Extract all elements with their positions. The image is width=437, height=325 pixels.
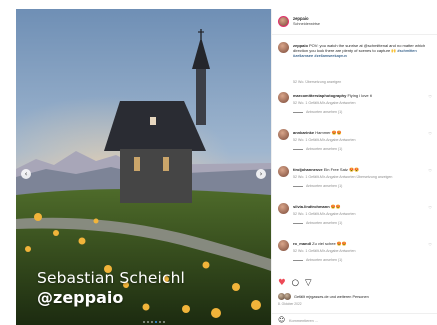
comment-like-icon[interactable]: ♡	[428, 242, 432, 247]
comment-username[interactable]: ro_mandl	[293, 241, 311, 246]
carousel-dot[interactable]	[143, 321, 145, 323]
comment-username[interactable]: annkarinke	[293, 130, 314, 135]
view-replies-link[interactable]: Antworten ansehen (1)	[293, 221, 342, 225]
carousel-dot[interactable]	[151, 321, 153, 323]
comment-body: annkarinke Hammer 😍😍	[293, 130, 437, 135]
instagram-post-frame: ‹ › Sebastian Scheichl @zeppaio zeppaio …	[0, 0, 437, 325]
add-comment-bar: ☺	[272, 313, 437, 325]
comment-icon[interactable]: ○	[292, 279, 299, 288]
photographer-name: Sebastian Scheichl	[37, 269, 185, 287]
carousel-prev-icon[interactable]: ‹	[21, 169, 31, 179]
comment-like-icon[interactable]: ♡	[428, 168, 432, 173]
comment-like-icon[interactable]: ♡	[428, 131, 432, 136]
comment-meta[interactable]: 52 Wo. 1 Gefällt-Mir-Angabe Antworten	[293, 138, 355, 142]
caption-body: zeppaio POV: you watch the sunrise at @s…	[293, 43, 437, 59]
comment-username[interactable]: silvia.lindtrohmann	[293, 204, 330, 209]
post-date: 8. Oktober 2022	[278, 302, 302, 306]
view-replies-link[interactable]: Antworten ansehen (1)	[293, 110, 342, 114]
post-actions: ♥ ○ ▽	[278, 279, 312, 288]
comment-meta[interactable]: 52 Wo. 1 Gefällt-Mir-Angabe Antworten	[293, 212, 355, 216]
avatar	[284, 293, 291, 300]
comment-body: silvia.lindtrohmann 😍😍	[293, 204, 437, 209]
comment-like-icon[interactable]: ♡	[428, 205, 432, 210]
carousel-dot[interactable]	[155, 321, 157, 323]
comment-body: marcomitterstaphotography Flying i love …	[293, 93, 437, 98]
heart-icon[interactable]: ♥	[278, 279, 286, 288]
view-replies-link[interactable]: Antworten ansehen (1)	[293, 147, 342, 151]
caption-meta: 52 Wo. Übersetzung anzeigen	[293, 80, 342, 84]
avatar[interactable]	[278, 92, 289, 103]
post-header: zeppaio Schneiderwirtse	[272, 9, 437, 35]
avatar[interactable]	[278, 129, 289, 140]
comment-meta[interactable]: 52 Wo. 1 Gefällt-Mir-Angabe Antworten	[293, 249, 355, 253]
carousel-dot[interactable]	[147, 321, 149, 323]
post-location[interactable]: Schneiderwirtse	[293, 22, 320, 26]
avatar[interactable]	[278, 166, 289, 177]
comment-body: ro_mandl Zu viel schee 😍😍	[293, 241, 437, 246]
comment-meta[interactable]: 52 Wo. 1 Gefällt-Mir-Angabe Antworten	[293, 101, 355, 105]
avatar[interactable]	[278, 240, 289, 251]
carousel-dot[interactable]	[159, 321, 161, 323]
comment-text: Ein Free Satz 😍😍	[323, 167, 359, 172]
photo-credit: Sebastian Scheichl @zeppaio	[37, 269, 185, 308]
comment-text: Zu viel schee 😍😍	[312, 241, 347, 246]
comment-body: tiroljohannesve Ein Free Satz 😍😍	[293, 167, 437, 172]
comment-input[interactable]	[289, 317, 429, 324]
likes-summary[interactable]: Gefällt mjrgasses.de und weiteren Person…	[278, 293, 369, 300]
avatar[interactable]	[278, 16, 289, 27]
comment-like-icon[interactable]: ♡	[428, 94, 432, 99]
carousel-dot[interactable]	[163, 321, 165, 323]
emoji-icon[interactable]: ☺	[278, 316, 285, 324]
share-icon[interactable]: ▽	[305, 279, 312, 288]
photographer-handle: @zeppaio	[37, 288, 124, 307]
comment-text: 😍😍	[330, 204, 341, 209]
carousel-next-icon[interactable]: ›	[256, 169, 266, 179]
post-username[interactable]: zeppaio	[293, 16, 309, 21]
comments-panel: zeppaio Schneiderwirtse zeppaio POV: you…	[271, 9, 437, 325]
view-replies-link[interactable]: Antworten ansehen (1)	[293, 184, 342, 188]
comment-text: Flying i love it	[347, 93, 372, 98]
carousel-dots	[143, 321, 165, 323]
comment-text: Hammer 😍😍	[315, 130, 342, 135]
view-replies-link[interactable]: Antworten ansehen (1)	[293, 258, 342, 262]
post-photo[interactable]: ‹ › Sebastian Scheichl @zeppaio	[16, 9, 271, 325]
comment-username[interactable]: marcomitterstaphotography	[293, 93, 346, 98]
likes-text: Gefällt mjrgasses.de und weiteren Person…	[294, 294, 369, 299]
comment-meta[interactable]: 52 Wo. 1 Gefällt-Mir-Angabe Antworten Üb…	[293, 175, 392, 179]
avatar[interactable]	[278, 42, 289, 53]
avatar[interactable]	[278, 203, 289, 214]
comment-username[interactable]: tiroljohannesve	[293, 167, 323, 172]
